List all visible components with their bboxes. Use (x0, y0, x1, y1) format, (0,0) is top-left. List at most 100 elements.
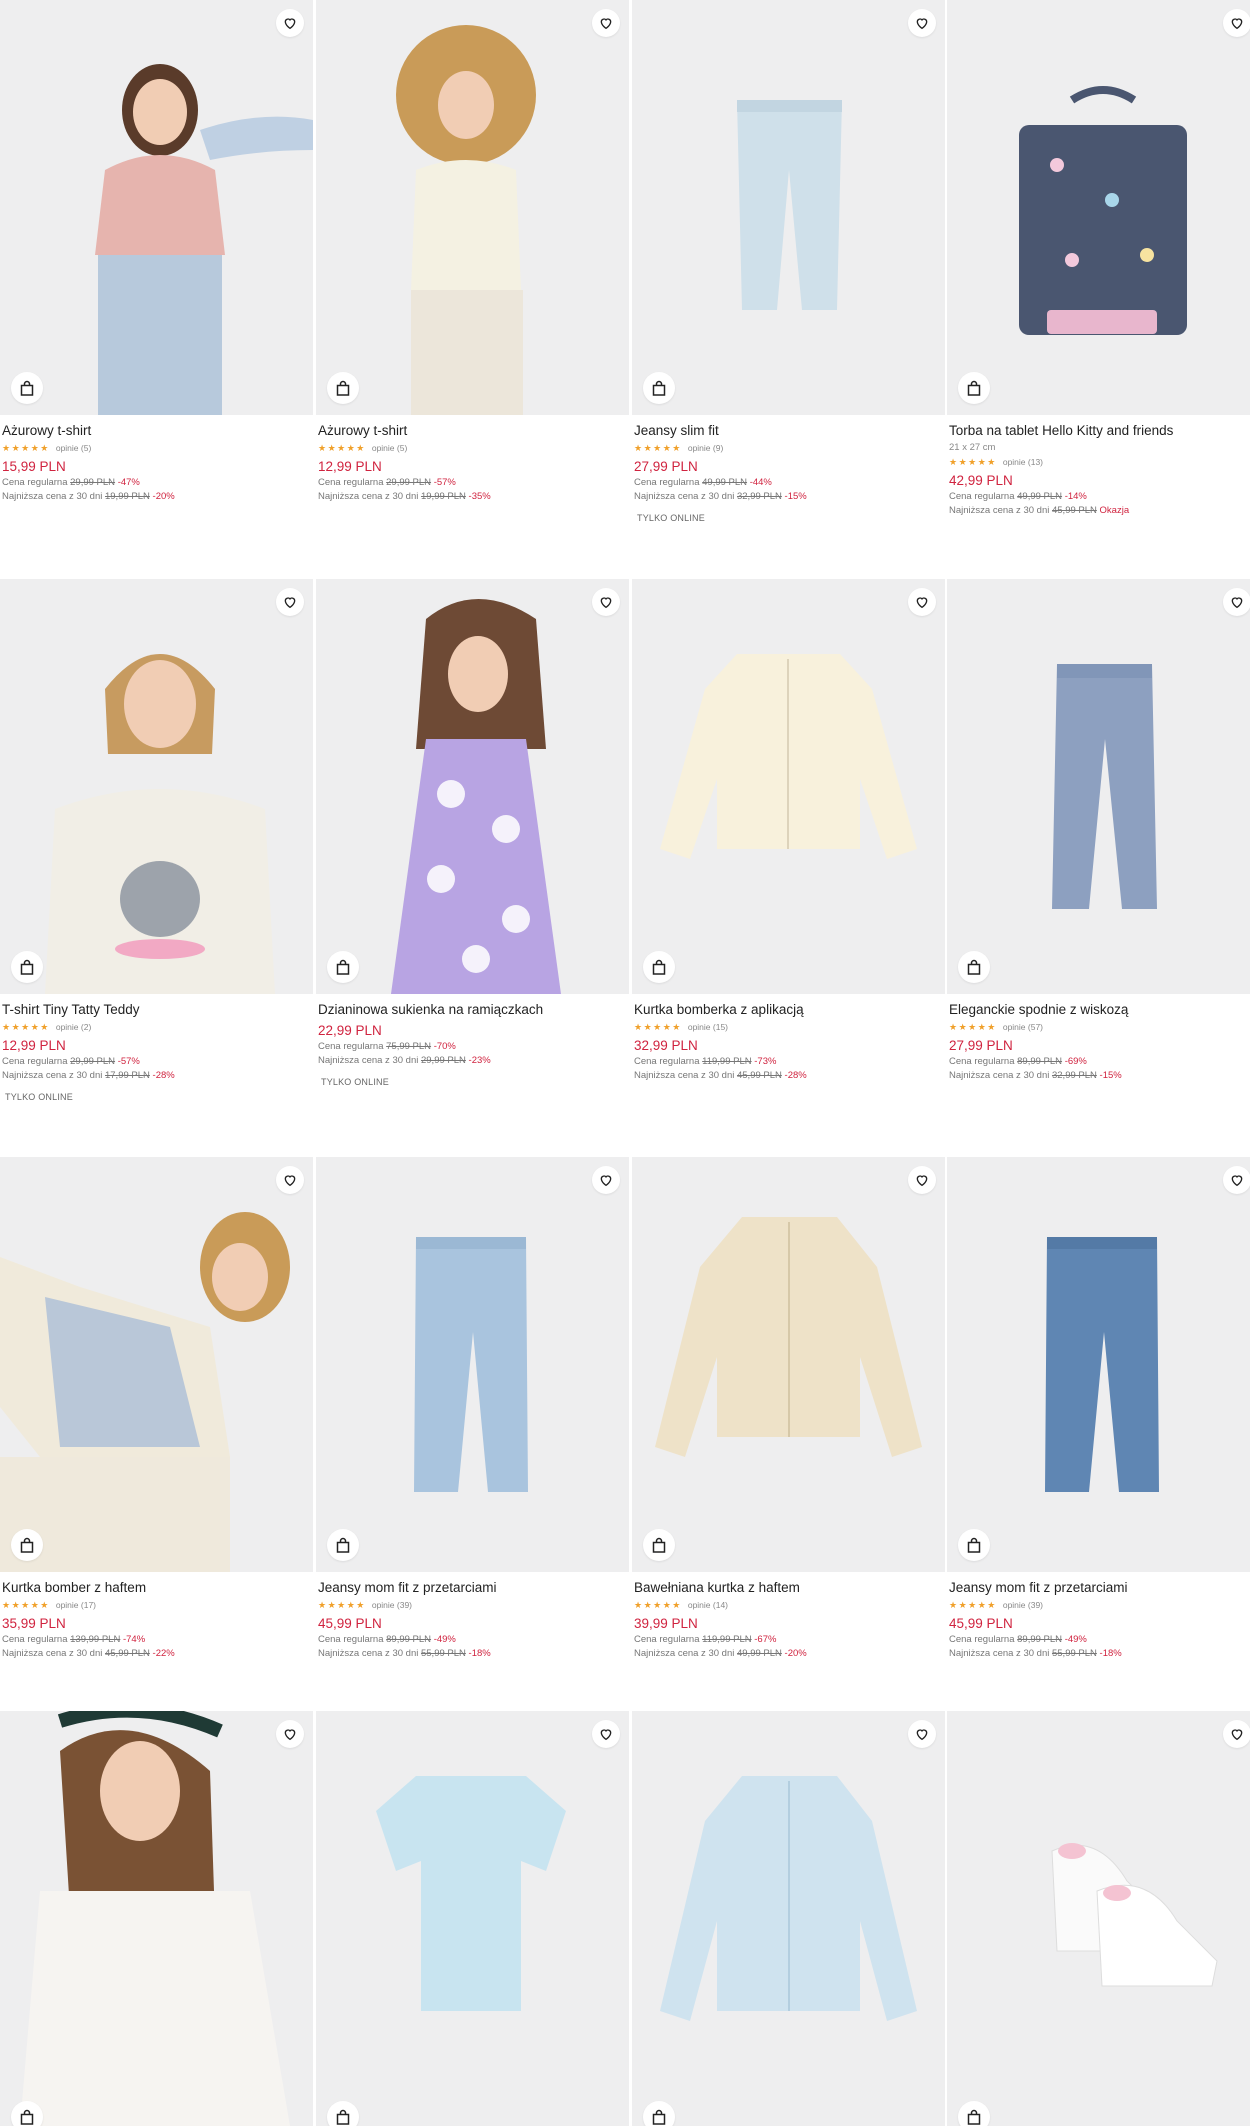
shopping-bag-icon[interactable] (958, 372, 990, 404)
heart-icon[interactable] (1223, 588, 1250, 616)
regular-price-line: Cena regularna 89,99 PLN -49% (949, 1634, 1087, 1645)
shopping-bag-icon[interactable] (958, 1529, 990, 1561)
product-image[interactable] (947, 1157, 1250, 1572)
product-card[interactable]: Ażurowy t-shirt ★★★★★ opinie (5) 15,99 PL… (0, 0, 313, 503)
product-card[interactable]: Dzianinowa sukienka na ramiączkach 22,99… (316, 579, 629, 1090)
shopping-bag-icon[interactable] (958, 2101, 990, 2126)
product-card[interactable]: Torba na tablet Hello Kitty and friends … (947, 0, 1250, 517)
product-image[interactable] (632, 1711, 945, 2126)
heart-icon[interactable] (276, 1720, 304, 1748)
product-title[interactable]: Dzianinowa sukienka na ramiączkach (318, 1002, 627, 1018)
product-title[interactable]: Eleganckie spodnie z wiskozą (949, 1002, 1250, 1018)
shopping-bag-icon[interactable] (327, 372, 359, 404)
shopping-bag-icon[interactable] (327, 2101, 359, 2126)
shopping-bag-icon[interactable] (11, 1529, 43, 1561)
product-dimensions: 21 x 27 cm (949, 442, 996, 453)
product-image[interactable] (632, 579, 945, 994)
product-image[interactable] (947, 579, 1250, 994)
shopping-bag-icon[interactable] (643, 1529, 675, 1561)
shopping-bag-icon[interactable] (327, 951, 359, 983)
product-title[interactable]: Jeansy mom fit z przetarciami (949, 1580, 1250, 1596)
lowest-price-line: Najniższa cena z 30 dni 45,99 PLN -22% (2, 1648, 175, 1659)
product-card[interactable] (0, 1711, 313, 2126)
regular-price-line: Cena regularna 29,99 PLN -57% (2, 1056, 140, 1067)
rating: ★★★★★ opinie (39) (949, 1599, 1250, 1611)
product-image[interactable] (632, 1157, 945, 1572)
product-title[interactable]: Bawełniana kurtka z haftem (634, 1580, 943, 1596)
heart-icon[interactable] (592, 588, 620, 616)
shopping-bag-icon[interactable] (643, 372, 675, 404)
shopping-bag-icon[interactable] (11, 951, 43, 983)
product-image[interactable] (947, 1711, 1250, 2126)
heart-icon[interactable] (592, 9, 620, 37)
heart-icon[interactable] (276, 9, 304, 37)
product-card[interactable]: Kurtka bomberka z aplikacją ★★★★★ opinie … (632, 579, 945, 1082)
sale-price: 27,99 PLN (634, 459, 698, 474)
light-jeans-image (737, 100, 842, 310)
rating: ★★★★★ opinie (57) (949, 1021, 1250, 1033)
product-image[interactable] (0, 1157, 313, 1572)
product-title[interactable]: Kurtka bomber z haftem (2, 1580, 311, 1596)
product-title[interactable]: Ażurowy t-shirt (2, 423, 311, 439)
product-image[interactable] (316, 0, 629, 415)
sale-price: 15,99 PLN (2, 459, 66, 474)
product-card[interactable]: Kurtka bomber z haftem ★★★★★ opinie (17) … (0, 1157, 313, 1660)
product-card[interactable]: Jeansy slim fit ★★★★★ opinie (9) 27,99 PL… (632, 0, 945, 526)
shopping-bag-icon[interactable] (643, 951, 675, 983)
product-title[interactable]: Ażurowy t-shirt (318, 423, 627, 439)
heart-icon[interactable] (908, 9, 936, 37)
shopping-bag-icon[interactable] (11, 372, 43, 404)
regular-price-line: Cena regularna 49,99 PLN -44% (634, 477, 772, 488)
product-title[interactable]: Torba na tablet Hello Kitty and friends (949, 423, 1250, 439)
rating: ★★★★★ opinie (5) (318, 442, 627, 454)
product-title[interactable]: T-shirt Tiny Tatty Teddy (2, 1002, 311, 1018)
heart-icon[interactable] (908, 588, 936, 616)
product-card[interactable]: Jeansy mom fit z przetarciami ★★★★★ opini… (947, 1157, 1250, 1660)
heart-icon[interactable] (592, 1720, 620, 1748)
shopping-bag-icon[interactable] (327, 1529, 359, 1561)
heart-icon[interactable] (908, 1720, 936, 1748)
white-sneakers-image (1051, 1843, 1218, 1987)
product-image[interactable] (632, 0, 945, 415)
product-title[interactable]: Jeansy mom fit z przetarciami (318, 1580, 627, 1596)
shopping-bag-icon[interactable] (11, 2101, 43, 2126)
star-icons: ★★★★★ (2, 1021, 50, 1032)
heart-icon[interactable] (1223, 9, 1250, 37)
product-card[interactable]: Ażurowy t-shirt ★★★★★ opinie (5) 12,99 PL… (316, 0, 629, 503)
star-icons: ★★★★★ (2, 442, 50, 453)
product-title[interactable]: Kurtka bomberka z aplikacją (634, 1002, 943, 1018)
product-card[interactable] (632, 1711, 945, 2126)
lowest-price-line: Najniższa cena z 30 dni 49,99 PLN -20% (634, 1648, 807, 1659)
heart-icon[interactable] (1223, 1720, 1250, 1748)
heart-icon[interactable] (1223, 1166, 1250, 1194)
heart-icon[interactable] (592, 1166, 620, 1194)
heart-icon[interactable] (276, 588, 304, 616)
heart-icon[interactable] (908, 1166, 936, 1194)
product-image[interactable] (316, 1711, 629, 2126)
product-card[interactable] (316, 1711, 629, 2126)
sale-price: 45,99 PLN (318, 1616, 382, 1631)
product-image[interactable] (0, 1711, 313, 2126)
heart-icon[interactable] (276, 1166, 304, 1194)
sale-price: 39,99 PLN (634, 1616, 698, 1631)
product-image[interactable] (316, 579, 629, 994)
product-image[interactable] (947, 0, 1250, 415)
review-count: opinie (5) (371, 443, 408, 453)
product-card[interactable] (947, 1711, 1250, 2126)
shopping-bag-icon[interactable] (643, 2101, 675, 2126)
girl-cream-tshirt-image (396, 25, 536, 415)
product-image[interactable] (316, 1157, 629, 1572)
cream-bomber-image (660, 654, 917, 859)
product-image[interactable] (0, 579, 313, 994)
product-card[interactable]: Bawełniana kurtka z haftem ★★★★★ opinie (… (632, 1157, 945, 1660)
sale-price: 22,99 PLN (318, 1023, 382, 1038)
product-card[interactable]: Jeansy mom fit z przetarciami ★★★★★ opini… (316, 1157, 629, 1660)
product-image[interactable] (0, 0, 313, 415)
star-icons: ★★★★★ (318, 442, 366, 453)
regular-price-line: Cena regularna 119,99 PLN -73% (634, 1056, 777, 1067)
sale-price: 45,99 PLN (949, 1616, 1013, 1631)
product-title[interactable]: Jeansy slim fit (634, 423, 943, 439)
shopping-bag-icon[interactable] (958, 951, 990, 983)
product-card[interactable]: Eleganckie spodnie z wiskozą ★★★★★ opinie… (947, 579, 1250, 1082)
product-card[interactable]: T-shirt Tiny Tatty Teddy ★★★★★ opinie (2)… (0, 579, 313, 1105)
